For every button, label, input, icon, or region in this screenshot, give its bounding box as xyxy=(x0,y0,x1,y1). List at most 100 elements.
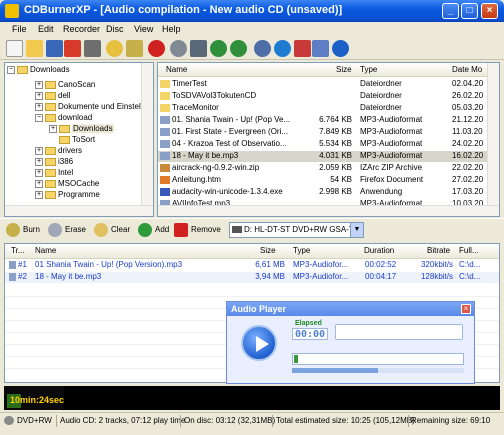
audio-file-icon xyxy=(9,272,16,281)
menu-disc[interactable]: Disc xyxy=(106,24,124,34)
track-row[interactable]: #1 01 Shania Twain - Up! (Pop Version).m… xyxy=(5,260,499,271)
clear-button[interactable]: Clear xyxy=(94,222,130,238)
player-titlebar[interactable]: Audio Player xyxy=(227,302,474,316)
play-icon[interactable] xyxy=(210,40,227,57)
open-icon[interactable] xyxy=(26,40,43,57)
tools-icon[interactable] xyxy=(294,40,311,57)
file-row[interactable]: ToSDVAVol3TokutenCD Dateiordner 26.02.20 xyxy=(158,91,488,102)
column-duration[interactable]: Duration xyxy=(364,246,394,255)
burn-icon[interactable] xyxy=(126,40,143,57)
tree-item[interactable]: − download xyxy=(35,113,92,124)
column-date[interactable]: Date Mo xyxy=(452,65,482,74)
column-name[interactable]: Name xyxy=(166,65,187,74)
add-icon xyxy=(138,222,152,237)
drive-select[interactable]: D: HL-DT-ST DVD+RW GSA-T21N ▼ xyxy=(229,222,364,238)
column-track[interactable]: Tr... xyxy=(11,246,24,255)
delete-icon[interactable] xyxy=(64,40,81,57)
drive-icon[interactable] xyxy=(190,40,207,57)
file-row[interactable]: TraceMonitor Dateiordner 05.03.20 xyxy=(158,103,488,114)
burn-icon xyxy=(6,222,20,237)
tree-horizontal-scrollbar[interactable] xyxy=(5,205,153,216)
file-list-vertical-scrollbar[interactable] xyxy=(487,63,499,216)
chevron-down-icon[interactable]: ▼ xyxy=(350,223,363,237)
column-full-path[interactable]: Full... xyxy=(459,246,479,255)
status-separator xyxy=(408,415,409,427)
elapsed-label: Elapsed xyxy=(295,320,322,327)
status-remaining: Remaining size: 69:10 xyxy=(411,416,491,425)
file-row[interactable]: audacity-win-unicode-1.3.4.exe 2.998 KB An… xyxy=(158,187,488,198)
remove-button[interactable]: Remove xyxy=(174,222,221,238)
tree-root[interactable]: − Downloads xyxy=(7,65,70,76)
print-icon[interactable] xyxy=(84,40,101,57)
column-size[interactable]: Size xyxy=(260,246,276,255)
file-row[interactable]: 01. Shania Twain - Up! (Pop Ve... 6.764 K… xyxy=(158,115,488,126)
add-button[interactable]: Add xyxy=(138,222,169,238)
file-row[interactable]: 01. First State - Evergreen (Ori... 7.849… xyxy=(158,127,488,138)
help-icon[interactable] xyxy=(312,40,329,57)
menu-edit[interactable]: Edit xyxy=(38,24,54,34)
tree-item[interactable]: + CanoScan xyxy=(35,80,95,91)
play-button[interactable] xyxy=(241,325,277,361)
save-icon[interactable] xyxy=(46,40,63,57)
file-row[interactable]: Anleitung.htm 54 KB Firefox Document 27.02.… xyxy=(158,175,488,186)
menu-file[interactable]: File xyxy=(12,24,27,34)
minimize-button[interactable]: _ xyxy=(442,3,459,19)
tree-item[interactable]: +Dokumente und Einstellungen xyxy=(35,102,153,113)
file-row[interactable]: TimerTest Dateiordner 02.04.20 xyxy=(158,79,488,90)
tree-item[interactable]: + Intel xyxy=(35,168,73,179)
file-row[interactable]: 04 - Krazoa Test of Observatio... 5.534 K… xyxy=(158,139,488,150)
file-row[interactable]: aircrack-ng-0.9.2-win.zip 2.059 KB IZArc Z… xyxy=(158,163,488,174)
file-list-horizontal-scrollbar[interactable] xyxy=(158,205,499,216)
file-list[interactable]: Name Size Type Date Mo TimerTest Dateiord… xyxy=(157,62,500,217)
window-title: CDBurnerXP - [Audio compilation - New au… xyxy=(24,4,343,16)
tree-vertical-scrollbar[interactable] xyxy=(141,63,153,216)
tree-item-selected[interactable]: + Downloads xyxy=(49,124,114,135)
tree-item[interactable]: + i386 xyxy=(35,157,73,168)
seek-bar[interactable] xyxy=(292,353,464,365)
folder-icon xyxy=(17,65,28,74)
menu-view[interactable]: View xyxy=(134,24,153,34)
column-name[interactable]: Name xyxy=(35,246,56,255)
column-type[interactable]: Type xyxy=(293,246,310,255)
seek-handle[interactable] xyxy=(294,355,298,363)
zip-file-icon xyxy=(160,163,170,172)
status-separator xyxy=(272,415,273,427)
folder-tree[interactable]: − Downloads + CanoScan + dell + Dokumente un… xyxy=(4,62,154,217)
grid-line xyxy=(5,296,499,297)
folder-icon xyxy=(45,190,56,199)
tree-item[interactable]: ToSort xyxy=(57,135,95,146)
track-row[interactable]: #2 18 - May it be.mp3 3,94 MB MP3-Audiof… xyxy=(5,272,499,283)
globe-icon[interactable] xyxy=(274,40,291,57)
tree-item[interactable]: + MSOCache xyxy=(35,179,99,190)
menu-help[interactable]: Help xyxy=(162,24,181,34)
new-icon[interactable] xyxy=(6,40,23,57)
erase-button[interactable]: Erase xyxy=(48,222,86,238)
folder-icon xyxy=(45,91,56,100)
tree-item[interactable]: + drivers xyxy=(35,146,82,157)
settings-icon[interactable] xyxy=(254,40,271,57)
maximize-button[interactable]: □ xyxy=(461,3,478,19)
menu-recorder[interactable]: Recorder xyxy=(63,24,100,34)
info-icon[interactable] xyxy=(332,40,349,57)
tree-item[interactable]: + dell xyxy=(35,91,70,102)
column-bitrate[interactable]: Bitrate xyxy=(427,246,450,255)
disc-icon[interactable] xyxy=(170,40,187,57)
erase-icon xyxy=(48,222,62,237)
expander-icon[interactable]: − xyxy=(7,65,15,74)
status-media: DVD+RW xyxy=(17,416,52,425)
player-close-button[interactable]: × xyxy=(461,304,471,314)
window-titlebar[interactable]: CDBurnerXP - [Audio compilation - New au… xyxy=(0,0,504,22)
volume-slider[interactable] xyxy=(292,368,464,373)
close-button[interactable]: × xyxy=(481,3,498,19)
file-row-selected[interactable]: 18 - May it be.mp3 4.031 KB MP3-Audioforma… xyxy=(158,151,488,162)
refresh-icon[interactable] xyxy=(230,40,247,57)
status-total-size: Total estimated size: 10:25 (105,12MB) xyxy=(276,416,415,425)
tree-item[interactable]: + Programme xyxy=(35,190,100,201)
stop-icon[interactable] xyxy=(148,40,165,57)
audio-player-window[interactable]: Audio Player × Elapsed 00:00 xyxy=(226,301,475,384)
burn-button[interactable]: Burn xyxy=(6,222,40,238)
column-size[interactable]: Size xyxy=(336,65,352,74)
column-type[interactable]: Type xyxy=(360,65,377,74)
add-icon[interactable] xyxy=(106,40,123,57)
clear-icon xyxy=(94,222,108,237)
